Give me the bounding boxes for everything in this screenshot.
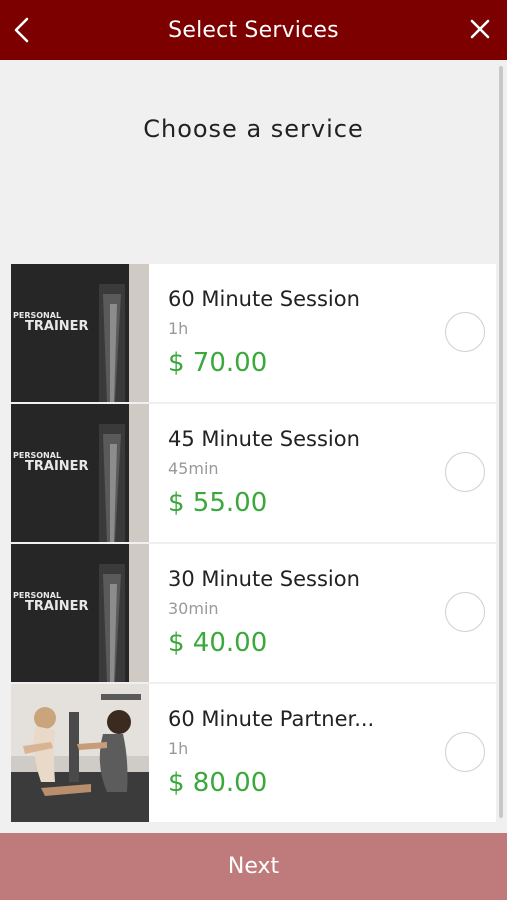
service-list: PERSONAL TRAINER 60 Minute Session 1h $ …	[11, 264, 496, 824]
service-price: $ 55.00	[168, 488, 268, 518]
shirt-text-2: TRAINER	[25, 319, 89, 334]
service-card[interactable]: PERSONAL TRAINER 60 Minute Session 1h $ …	[11, 264, 496, 402]
close-icon[interactable]	[465, 14, 495, 44]
service-info: 60 Minute Partner... 1h $ 80.00	[149, 684, 374, 822]
service-image-trainer-shirt: PERSONAL TRAINER	[11, 404, 149, 542]
service-info: 45 Minute Session 45min $ 55.00	[149, 404, 360, 542]
service-card[interactable]: PERSONAL TRAINER 45 Minute Session 45min…	[11, 404, 496, 542]
service-duration: 30min	[168, 599, 219, 618]
service-duration: 45min	[168, 459, 219, 478]
service-card[interactable]: 60 Minute Partner... 1h $ 80.00	[11, 684, 496, 822]
select-radio[interactable]	[445, 452, 485, 492]
select-radio[interactable]	[445, 732, 485, 772]
service-image-partner-workout	[11, 684, 149, 822]
choose-service-heading: Choose a service	[143, 115, 364, 143]
service-image-trainer-shirt: PERSONAL TRAINER	[11, 544, 149, 682]
service-name: 30 Minute Session	[168, 567, 360, 591]
app-header: Select Services	[0, 0, 507, 60]
service-price: $ 80.00	[168, 768, 268, 798]
service-name: 45 Minute Session	[168, 427, 360, 451]
service-duration: 1h	[168, 319, 189, 338]
service-image-trainer-shirt: PERSONAL TRAINER	[11, 264, 149, 402]
select-radio[interactable]	[445, 312, 485, 352]
service-card[interactable]: PERSONAL TRAINER 30 Minute Session 30min…	[11, 544, 496, 682]
service-price: $ 70.00	[168, 348, 268, 378]
next-button[interactable]: Next	[0, 833, 507, 900]
chevron-left-icon[interactable]	[10, 14, 34, 46]
scrollbar[interactable]	[499, 66, 503, 818]
service-info: 60 Minute Session 1h $ 70.00	[149, 264, 360, 402]
service-price: $ 40.00	[168, 628, 268, 658]
service-duration: 1h	[168, 739, 189, 758]
service-name: 60 Minute Partner...	[168, 707, 375, 731]
page-title: Select Services	[168, 17, 339, 43]
select-radio[interactable]	[445, 592, 485, 632]
service-info: 30 Minute Session 30min $ 40.00	[149, 544, 360, 682]
service-name: 60 Minute Session	[168, 287, 360, 311]
shirt-text-2: TRAINER	[25, 459, 89, 474]
shirt-text-2: TRAINER	[25, 599, 89, 614]
